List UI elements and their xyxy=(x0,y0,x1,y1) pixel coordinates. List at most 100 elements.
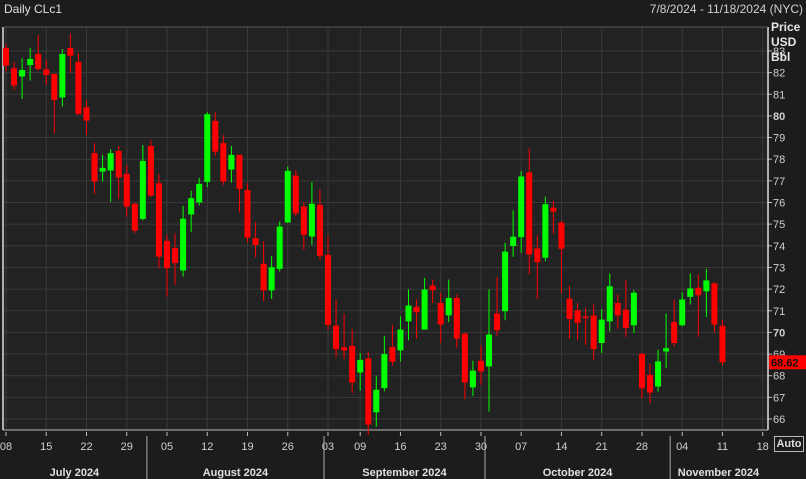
candle-body xyxy=(91,153,98,182)
y-tick-label: 66 xyxy=(773,414,785,426)
candle-body xyxy=(268,267,275,291)
candle-body xyxy=(638,353,645,389)
candle-body xyxy=(147,145,154,196)
candle-body xyxy=(671,322,678,344)
candle-body xyxy=(341,347,348,351)
candle-body xyxy=(703,280,710,292)
candle-body xyxy=(139,160,146,219)
y-tick-label: 78 xyxy=(773,154,785,166)
candle-body xyxy=(308,203,315,237)
candle-body xyxy=(252,238,259,245)
candle-body xyxy=(212,120,219,152)
y-tick-label: 74 xyxy=(773,241,785,253)
x-tick-label: 04 xyxy=(676,441,688,453)
x-tick-label: 14 xyxy=(555,441,567,453)
candle-body xyxy=(43,69,50,75)
auto-scale-button[interactable]: Auto xyxy=(774,436,804,452)
candle-body xyxy=(437,302,444,325)
x-tick-label: 21 xyxy=(596,441,608,453)
candle-body xyxy=(711,283,718,325)
x-tick-label: 19 xyxy=(241,441,253,453)
candlestick-chart: 66676869707172737475767778798081828308 15… xyxy=(0,26,806,479)
x-tick-label: 22 xyxy=(80,441,92,453)
candle-body xyxy=(510,236,517,247)
candle-body xyxy=(526,172,533,255)
candle-body xyxy=(663,348,670,352)
x-tick-label: 08 xyxy=(0,441,12,453)
x-tick-label: 15 xyxy=(40,441,52,453)
candle-body xyxy=(180,218,187,271)
candle-body xyxy=(461,333,468,383)
candle-body xyxy=(51,73,58,100)
y-tick-label: 77 xyxy=(773,176,785,188)
candle-body xyxy=(292,175,299,214)
candle-body xyxy=(333,325,340,350)
x-tick-label: 28 xyxy=(636,441,648,453)
candle-body xyxy=(647,374,653,393)
candle-body xyxy=(325,254,331,325)
candle-body xyxy=(397,329,404,351)
month-label: July 2024 xyxy=(50,467,100,479)
candle-body xyxy=(630,292,637,326)
candle-body xyxy=(196,183,203,203)
candle-body xyxy=(679,299,686,326)
candle-body xyxy=(164,240,170,269)
candle-body xyxy=(566,298,573,319)
y-tick-label: 73 xyxy=(773,262,785,274)
candle-body xyxy=(131,203,138,231)
candle-body xyxy=(123,173,130,207)
candle-body xyxy=(107,153,114,171)
candle-body xyxy=(486,334,492,367)
candle-body xyxy=(695,287,702,296)
x-tick-label: 11 xyxy=(717,441,728,453)
candle-body xyxy=(260,263,267,291)
candle-body xyxy=(421,289,428,330)
x-tick-label: 29 xyxy=(121,441,133,453)
candle-body xyxy=(244,189,251,238)
candle-body xyxy=(19,70,26,77)
candle-body xyxy=(11,68,18,86)
candle-body xyxy=(534,248,541,263)
y-tick-label: 71 xyxy=(773,306,785,318)
candle-body xyxy=(228,154,235,170)
y-tick-label: 75 xyxy=(773,219,785,231)
y-tick-label: 72 xyxy=(773,284,785,296)
candle-body xyxy=(188,198,195,215)
month-label: October 2024 xyxy=(543,467,614,479)
candle-body xyxy=(445,297,452,316)
candle-body xyxy=(429,285,436,291)
y-tick-label: 68 xyxy=(773,371,785,383)
x-tick-label: 09 xyxy=(354,441,366,453)
candle-body xyxy=(494,313,501,331)
y-tick-label: 80 xyxy=(773,111,785,123)
y-tick-label: 70 xyxy=(773,327,785,339)
candle-body xyxy=(477,360,484,372)
x-tick-label: 23 xyxy=(435,441,447,453)
y-tick-label: 76 xyxy=(773,198,785,210)
candle-body xyxy=(365,358,372,425)
x-tick-label: 07 xyxy=(515,441,527,453)
y-tick-label: 67 xyxy=(773,392,785,404)
unit-currency: USD xyxy=(771,35,797,49)
candle-body xyxy=(83,107,90,121)
candle-body xyxy=(316,204,323,256)
candle-body xyxy=(357,359,364,373)
unit-barrel: Bbl xyxy=(771,50,791,64)
x-tick-label: 05 xyxy=(161,441,173,453)
candle-body xyxy=(300,206,307,235)
candle-body xyxy=(405,305,412,322)
candle-body xyxy=(606,286,613,322)
x-tick-label: 18 xyxy=(757,441,769,453)
candle-body xyxy=(27,58,34,66)
candle-body xyxy=(115,150,122,178)
month-label: September 2024 xyxy=(362,467,447,479)
candle-body xyxy=(469,370,476,388)
candle-body xyxy=(236,154,243,189)
candle-body xyxy=(550,207,557,212)
candle-body xyxy=(655,361,662,387)
candle-body xyxy=(413,306,420,313)
candle-body xyxy=(389,347,396,362)
month-label: November 2024 xyxy=(678,467,760,479)
candle-body xyxy=(719,325,726,363)
candle-body xyxy=(276,226,283,269)
